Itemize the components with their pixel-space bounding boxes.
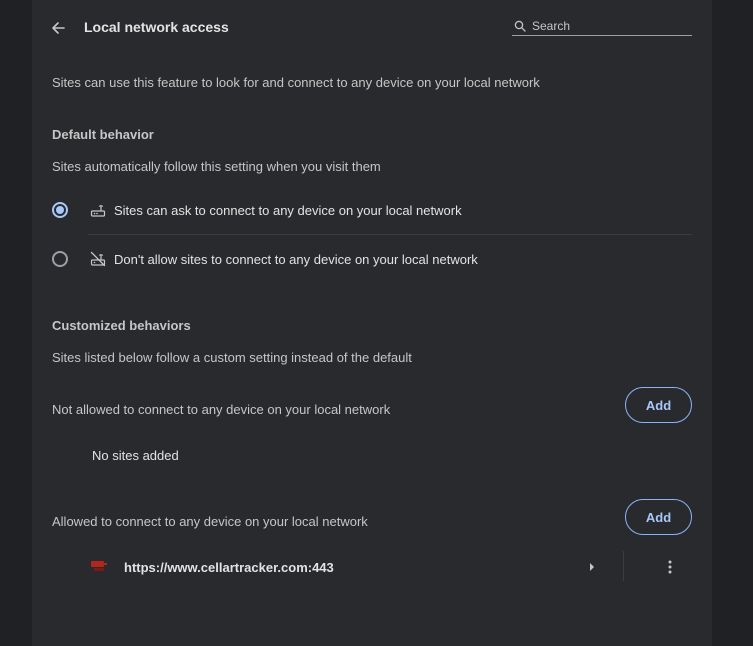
cellartracker-favicon-icon bbox=[90, 558, 108, 574]
site-row[interactable]: https://www.cellartracker.com:443 bbox=[32, 548, 712, 586]
default-behavior-subheading: Sites automatically follow this setting … bbox=[52, 159, 381, 174]
allowed-label: Allowed to connect to any device on your… bbox=[52, 514, 368, 529]
arrow-back-icon bbox=[52, 22, 65, 34]
radio-option-ask[interactable]: Sites can ask to connect to any device o… bbox=[32, 190, 712, 230]
option-divider bbox=[88, 234, 692, 235]
router-off-icon bbox=[89, 250, 107, 268]
not-allowed-label: Not allowed to connect to any device on … bbox=[52, 402, 391, 417]
customized-behaviors-subheading: Sites listed below follow a custom setti… bbox=[52, 350, 412, 365]
add-not-allowed-button[interactable]: Add bbox=[625, 387, 692, 423]
no-sites-text: No sites added bbox=[92, 448, 179, 463]
radio-option-block[interactable]: Don't allow sites to connect to any devi… bbox=[32, 239, 712, 279]
arrow-right-icon[interactable] bbox=[584, 559, 600, 575]
router-icon bbox=[89, 201, 107, 219]
customized-behaviors-heading: Customized behaviors bbox=[52, 318, 191, 333]
radio-label-block: Don't allow sites to connect to any devi… bbox=[114, 252, 478, 267]
page-description: Sites can use this feature to look for a… bbox=[52, 75, 540, 90]
radio-button-checked[interactable] bbox=[52, 202, 68, 218]
row-separator bbox=[623, 551, 624, 581]
search-icon bbox=[512, 18, 528, 34]
search-input[interactable] bbox=[532, 19, 692, 33]
page-title: Local network access bbox=[84, 19, 229, 35]
settings-panel: Local network access Sites can use this … bbox=[32, 0, 712, 646]
more-actions-icon[interactable] bbox=[660, 557, 680, 577]
radio-button-unchecked[interactable] bbox=[52, 251, 68, 267]
radio-label-ask: Sites can ask to connect to any device o… bbox=[114, 203, 462, 218]
add-allowed-button[interactable]: Add bbox=[625, 499, 692, 535]
site-url[interactable]: https://www.cellartracker.com:443 bbox=[124, 560, 334, 575]
search-field[interactable] bbox=[512, 17, 692, 36]
back-button[interactable] bbox=[46, 16, 70, 40]
default-behavior-heading: Default behavior bbox=[52, 127, 154, 142]
